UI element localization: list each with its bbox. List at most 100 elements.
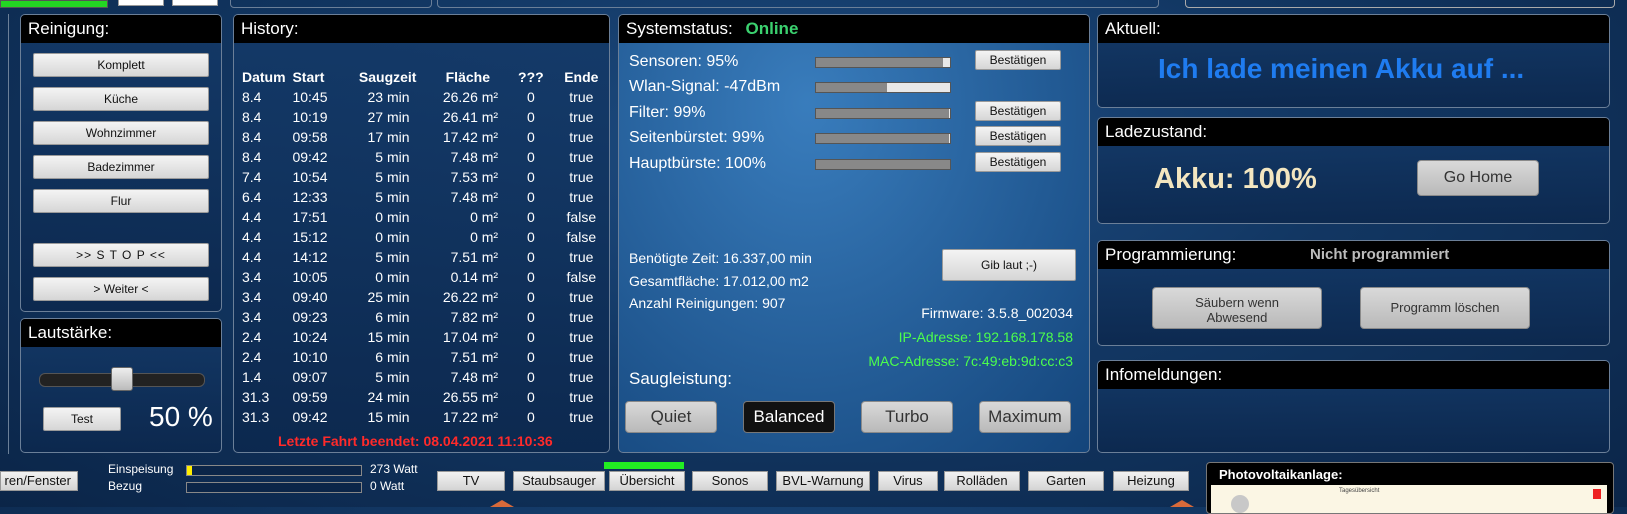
- mode-maximum-button[interactable]: Maximum: [979, 401, 1071, 433]
- komplett-button[interactable]: Komplett: [33, 53, 209, 77]
- mode-turbo-button[interactable]: Turbo: [861, 401, 953, 433]
- einspeisung-bar: [186, 465, 362, 476]
- cell-unknown: 0: [526, 349, 535, 365]
- cell-ende: true: [569, 129, 594, 145]
- table-row: 2.4 10:24 15 min 17.04 m² 0 true: [242, 327, 609, 347]
- history-body: 8.4 10:45 23 min 26.26 m² 0 true 8.4 10:19 27 mi…: [242, 87, 609, 427]
- badezimmer-button[interactable]: Badezimmer: [33, 155, 209, 179]
- programm-loeschen-button[interactable]: Programm löschen: [1360, 287, 1530, 329]
- table-row: 31.3 09:59 24 min 26.55 m² 0 true: [242, 387, 609, 407]
- cell-ende: true: [569, 109, 594, 125]
- nav-item-bvl-warnung[interactable]: BVL-Warnung: [776, 471, 870, 491]
- cell-flaeche: 7.48 m²: [450, 369, 499, 385]
- status-label: Seitenbürstet: 99%: [629, 129, 765, 146]
- cell-start: 09:59: [292, 389, 328, 405]
- nav-active-indicator: [604, 462, 684, 469]
- cell-unknown: 0: [526, 309, 535, 325]
- nav-fenster-button[interactable]: ren/Fenster: [0, 471, 78, 491]
- col-start: Start: [292, 69, 325, 85]
- cell-datum: 2.4: [242, 329, 262, 345]
- cell-ende: true: [569, 369, 594, 385]
- cell-ende: true: [569, 169, 594, 185]
- gib-laut-button[interactable]: Gib laut ;-): [942, 249, 1076, 281]
- top-partial-panel-1: [230, 0, 432, 8]
- cell-datum: 2.4: [242, 349, 262, 365]
- cell-unknown: 0: [526, 289, 535, 305]
- aktuell-message: Ich lade meinen Akku auf ...: [1158, 53, 1525, 84]
- cell-ende: true: [569, 149, 594, 165]
- cell-flaeche: 26.41 m²: [442, 109, 499, 125]
- weiter-button[interactable]: > Weiter <: [33, 277, 209, 301]
- bestaetigen-button[interactable]: Bestätigen: [975, 126, 1061, 146]
- mac-address: MAC-Adresse: 7c:49:eb:9d:cc:c3: [868, 353, 1073, 369]
- cell-datum: 3.4: [242, 269, 262, 285]
- cell-saugzeit: 5 min: [375, 249, 410, 265]
- status-bar-fill: [816, 109, 949, 118]
- cell-ende: true: [569, 389, 594, 405]
- bottom-arrow-right: [1170, 500, 1194, 507]
- status-bar-fill: [816, 58, 944, 67]
- cell-datum: 7.4: [242, 169, 262, 185]
- history-panel: History: Datum Start Saugzeit Fläche ???…: [233, 14, 610, 453]
- wohnzimmer-button[interactable]: Wohnzimmer: [33, 121, 209, 145]
- cell-ende: true: [569, 329, 594, 345]
- bestaetigen-button[interactable]: Bestätigen: [975, 50, 1061, 70]
- cell-unknown: 0: [526, 129, 535, 145]
- cell-flaeche: 7.48 m²: [450, 189, 499, 205]
- bestaetigen-button[interactable]: Bestätigen: [975, 152, 1061, 172]
- mode-balanced-button[interactable]: Balanced: [743, 401, 835, 433]
- cell-saugzeit: 0 min: [375, 209, 410, 225]
- cell-start: 09:42: [292, 409, 328, 425]
- cell-ende: true: [569, 289, 594, 305]
- aktuell-panel: Aktuell: Ich lade meinen Akku auf ...: [1097, 14, 1610, 108]
- nav-item-tv[interactable]: TV: [437, 471, 505, 491]
- status-label: Sensoren: 95%: [629, 53, 739, 70]
- test-button[interactable]: Test: [43, 407, 121, 431]
- nav-item-garten[interactable]: Garten: [1028, 471, 1104, 491]
- flur-button[interactable]: Flur: [33, 189, 209, 213]
- nav-item--bersicht[interactable]: Übersicht: [609, 471, 685, 491]
- nav-item-sonos[interactable]: Sonos: [692, 471, 768, 491]
- table-row: 8.4 09:58 17 min 17.42 m² 0 true: [242, 127, 609, 147]
- online-status: Online: [745, 19, 799, 38]
- cell-unknown: 0: [526, 169, 535, 185]
- cell-ende: false: [566, 209, 597, 225]
- bestaetigen-button[interactable]: Bestätigen: [975, 101, 1061, 121]
- last-run-text: Letzte Fahrt beendet: 08.04.2021 11:10:3…: [278, 433, 553, 449]
- photovoltaik-title: Photovoltaikanlage:: [1219, 467, 1343, 482]
- mode-quiet-button[interactable]: Quiet: [625, 401, 717, 433]
- top-partial-panel-2: [437, 0, 1159, 8]
- volume-slider-handle[interactable]: [111, 367, 133, 391]
- cell-start: 09:58: [292, 129, 328, 145]
- lautstaerke-panel: Lautstärke: Test 50 %: [20, 318, 222, 453]
- cell-flaeche: 7.82 m²: [450, 309, 499, 325]
- systemstatus-title: Systemstatus: Online: [619, 15, 1089, 43]
- cell-datum: 31.3: [242, 389, 270, 405]
- top-partial-box-1: [118, 0, 164, 6]
- cell-start: 14:12: [292, 249, 328, 265]
- kueche-button[interactable]: Küche: [33, 87, 209, 111]
- nav-item-virus[interactable]: Virus: [878, 471, 938, 491]
- table-row: 7.4 10:54 5 min 7.53 m² 0 true: [242, 167, 609, 187]
- cell-unknown: 0: [526, 189, 535, 205]
- stop-button[interactable]: >> S T O P <<: [33, 243, 209, 267]
- nav-item-roll-den[interactable]: Rolläden: [944, 471, 1020, 491]
- go-home-button[interactable]: Go Home: [1417, 160, 1539, 196]
- cell-unknown: 0: [526, 209, 535, 225]
- left-edge-strip: [0, 14, 9, 454]
- cell-saugzeit: 0 min: [375, 229, 410, 245]
- cell-unknown: 0: [526, 409, 535, 425]
- cell-unknown: 0: [526, 389, 535, 405]
- status-bar: [815, 133, 951, 144]
- saeubern-abwesend-button[interactable]: Säubern wenn Abwesend: [1152, 287, 1322, 329]
- cell-saugzeit: 24 min: [367, 389, 410, 405]
- cell-saugzeit: 0 min: [375, 269, 410, 285]
- cell-start: 10:54: [292, 169, 328, 185]
- cell-datum: 8.4: [242, 129, 262, 145]
- einspeisung-label: Einspeisung: [108, 462, 174, 476]
- cell-start: 10:24: [292, 329, 328, 345]
- cell-flaeche: 26.26 m²: [442, 89, 499, 105]
- nav-item-staubsauger[interactable]: Staubsauger: [513, 471, 605, 491]
- nav-item-heizung[interactable]: Heizung: [1113, 471, 1189, 491]
- cell-datum: 8.4: [242, 89, 262, 105]
